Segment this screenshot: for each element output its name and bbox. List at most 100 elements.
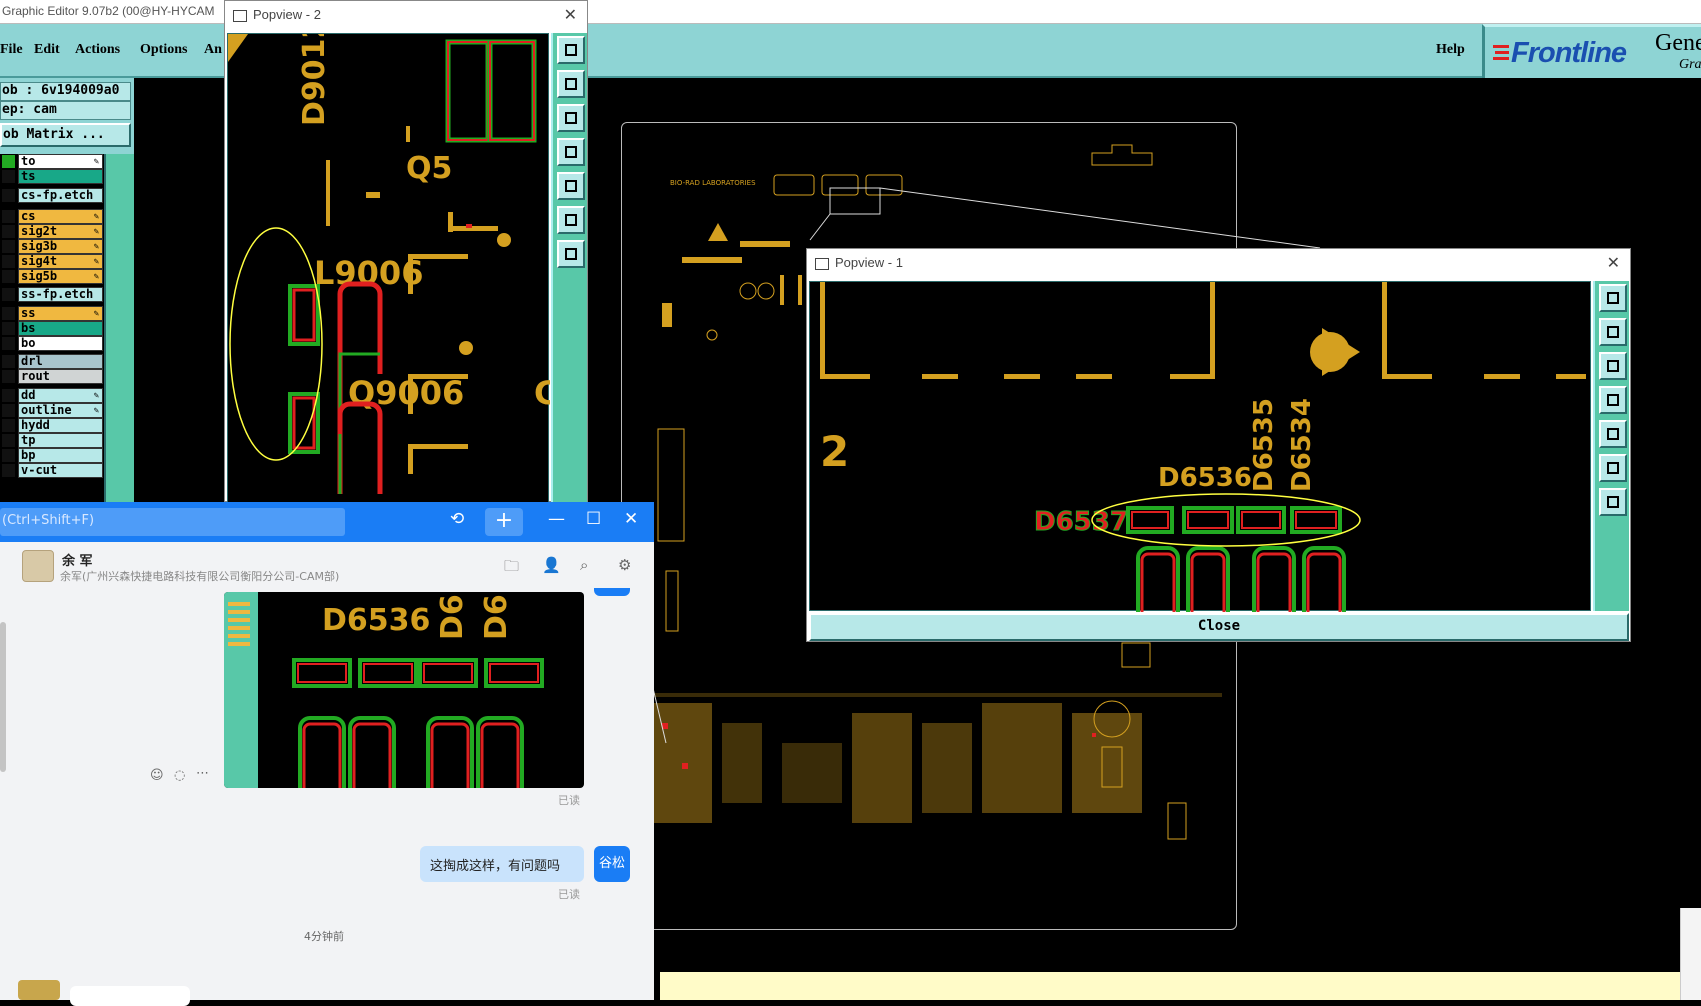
popview-1-close-button[interactable]: Close: [809, 613, 1629, 641]
pv2-fit-button[interactable]: [557, 36, 585, 64]
layer-label[interactable]: tp: [18, 433, 103, 448]
pv2-zoom-in-button[interactable]: [557, 206, 585, 234]
layer-row-sig4t[interactable]: sig4t ✎: [0, 254, 104, 269]
layer-row-cs-fp.etch[interactable]: cs-fp.etch: [0, 188, 104, 203]
menu-actions[interactable]: Actions: [75, 42, 120, 58]
layer-label[interactable]: ss ✎: [18, 306, 103, 321]
pv1-pan-right-button[interactable]: [1599, 420, 1627, 448]
layer-row-tp[interactable]: tp: [0, 433, 104, 448]
popview-2-canvas[interactable]: D9012 Q5 L9006 Q9006 C: [227, 18, 557, 503]
search-history-icon[interactable]: ⌕: [580, 556, 588, 574]
layer-label[interactable]: hydd: [18, 418, 103, 433]
pv1-zoom-in-button[interactable]: [1599, 454, 1627, 482]
layer-row-ss[interactable]: ss ✎: [0, 306, 104, 321]
avatar[interactable]: [18, 980, 60, 1000]
more-icon[interactable]: ⋯: [196, 766, 209, 781]
layer-label[interactable]: dd ✎: [18, 388, 103, 403]
add-button[interactable]: +: [485, 508, 523, 536]
layer-row-dd[interactable]: dd ✎: [0, 388, 104, 403]
layer-label[interactable]: to ✎: [18, 154, 103, 169]
layer-row-v-cut[interactable]: v-cut: [0, 463, 104, 478]
layer-label[interactable]: v-cut: [18, 463, 103, 478]
layer-affected-mark[interactable]: [2, 370, 15, 383]
layer-affected-mark[interactable]: [2, 189, 15, 202]
layer-label[interactable]: bs: [18, 321, 103, 336]
pv2-pan-left-button[interactable]: [557, 138, 585, 166]
layer-row-hydd[interactable]: hydd: [0, 418, 104, 433]
layer-affected-mark[interactable]: [2, 389, 15, 402]
layer-row-bs[interactable]: bs: [0, 321, 104, 336]
layer-label[interactable]: bo: [18, 336, 103, 351]
layer-row-to[interactable]: to ✎: [0, 154, 104, 169]
add-member-icon[interactable]: 👤: [542, 556, 561, 574]
pv1-zoom-out-button[interactable]: [1599, 488, 1627, 516]
menu-analysis[interactable]: An: [204, 42, 222, 58]
layer-affected-mark[interactable]: [2, 307, 15, 320]
pv1-pan-down-button[interactable]: [1599, 352, 1627, 380]
minimize-icon[interactable]: —: [548, 509, 565, 529]
job-matrix-button[interactable]: ob Matrix ...: [0, 123, 131, 147]
layer-row-cs[interactable]: cs ✎: [0, 209, 104, 224]
close-icon[interactable]: ✕: [564, 5, 577, 24]
layer-affected-mark[interactable]: [2, 464, 15, 477]
reply-icon[interactable]: ◌: [174, 768, 185, 783]
layer-affected-mark[interactable]: [2, 404, 15, 417]
close-icon[interactable]: ✕: [624, 509, 638, 529]
layer-label[interactable]: ts: [18, 169, 103, 184]
layer-affected-mark[interactable]: [2, 210, 15, 223]
maximize-icon[interactable]: ☐: [586, 509, 601, 529]
layer-affected-mark[interactable]: [2, 419, 15, 432]
layer-row-sig2t[interactable]: sig2t ✎: [0, 224, 104, 239]
layer-label[interactable]: sig5b ✎: [18, 269, 103, 284]
chat-image-message[interactable]: D6536 D6 D6: [224, 592, 584, 788]
close-icon[interactable]: ✕: [1607, 253, 1620, 272]
layer-affected-mark[interactable]: [2, 255, 15, 268]
menu-options[interactable]: Options: [140, 42, 187, 58]
layer-affected-mark[interactable]: [2, 225, 15, 238]
layer-row-sig5b[interactable]: sig5b ✎: [0, 269, 104, 284]
layer-row-ss-fp.etch[interactable]: ss-fp.etch: [0, 287, 104, 302]
layer-affected-mark[interactable]: [2, 270, 15, 283]
chat-search-input[interactable]: (Ctrl+Shift+F): [0, 508, 345, 536]
menu-help[interactable]: Help: [1436, 42, 1465, 58]
layer-row-drl[interactable]: drl: [0, 354, 104, 369]
layer-affected-mark[interactable]: [2, 240, 15, 253]
popview-1-canvas[interactable]: 2 D6536 D6535 D6534 D6537: [809, 281, 1591, 612]
layer-label[interactable]: cs-fp.etch: [18, 188, 103, 203]
pv1-fit-button[interactable]: [1599, 284, 1627, 312]
layer-row-ts[interactable]: ts: [0, 169, 104, 184]
layer-affected-mark[interactable]: [2, 434, 15, 447]
layer-affected-mark[interactable]: [2, 170, 15, 183]
layer-affected-mark[interactable]: [2, 449, 15, 462]
layer-label[interactable]: bp: [18, 448, 103, 463]
message-bubble[interactable]: 这掏成这样，有问题吗: [420, 846, 584, 882]
layer-affected-mark[interactable]: [2, 355, 15, 368]
menu-edit[interactable]: Edit: [34, 42, 60, 58]
layer-row-bp[interactable]: bp: [0, 448, 104, 463]
layer-label[interactable]: drl: [18, 354, 103, 369]
pv2-pan-up-button[interactable]: [557, 70, 585, 98]
avatar[interactable]: [22, 550, 54, 582]
folder-icon[interactable]: 🗀: [504, 556, 519, 581]
pv2-zoom-out-button[interactable]: [557, 240, 585, 268]
my-avatar[interactable]: 谷松: [594, 846, 630, 882]
pv2-pan-down-button[interactable]: [557, 104, 585, 132]
gear-icon[interactable]: ⚙: [618, 556, 631, 574]
react-icon[interactable]: ☺: [150, 768, 164, 783]
pv1-pan-up-button[interactable]: [1599, 318, 1627, 346]
layer-affected-mark[interactable]: [2, 288, 15, 301]
history-icon[interactable]: ⟲: [450, 509, 464, 529]
layer-row-sig3b[interactable]: sig3b ✎: [0, 239, 104, 254]
layer-row-bo[interactable]: bo: [0, 336, 104, 351]
chat-scrollbar[interactable]: [0, 622, 6, 772]
side-widget[interactable]: [1680, 908, 1701, 1000]
layer-row-rout[interactable]: rout: [0, 369, 104, 384]
layer-label[interactable]: ss-fp.etch: [18, 287, 103, 302]
layer-affected-mark[interactable]: [2, 337, 15, 350]
layer-label[interactable]: cs ✎: [18, 209, 103, 224]
layer-affected-mark[interactable]: [2, 322, 15, 335]
layer-label[interactable]: rout: [18, 369, 103, 384]
layer-affected-mark[interactable]: [2, 155, 15, 168]
layer-label[interactable]: outline ✎: [18, 403, 103, 418]
layer-label[interactable]: sig4t ✎: [18, 254, 103, 269]
